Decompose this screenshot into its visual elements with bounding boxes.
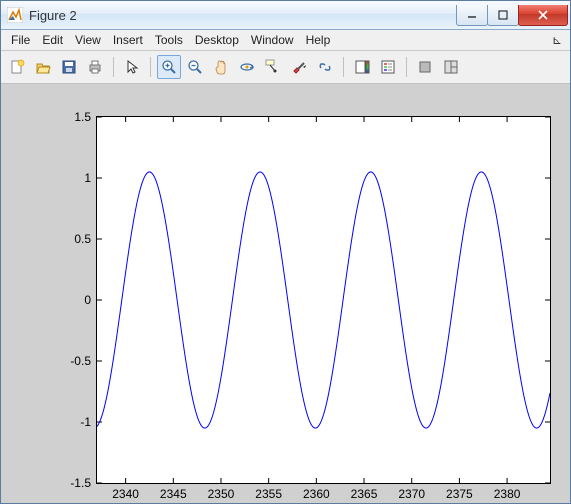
open-button[interactable] — [31, 55, 55, 79]
new-figure-icon — [9, 59, 25, 75]
toolbar — [1, 51, 570, 84]
titlebar: Figure 2 — [1, 1, 570, 30]
line-plot — [97, 117, 550, 483]
x-tick-label: 2355 — [255, 487, 282, 501]
y-tick-label: -1.5 — [70, 476, 91, 490]
colorbar-icon — [354, 59, 370, 75]
hide-plot-tools-icon — [417, 59, 433, 75]
pointer-icon — [124, 59, 140, 75]
minimize-button[interactable] — [456, 5, 488, 26]
save-icon — [61, 59, 77, 75]
print-icon — [87, 59, 103, 75]
axes[interactable]: 234023452350235523602365237023752380-1.5… — [96, 116, 551, 484]
x-tick-label: 2375 — [446, 487, 473, 501]
y-tick-label: 0.5 — [74, 232, 91, 246]
matlab-app-icon — [7, 7, 23, 23]
rotate-3d-icon — [239, 59, 255, 75]
menu-tools[interactable]: Tools — [149, 32, 189, 48]
x-tick-label: 2340 — [112, 487, 139, 501]
hide-plot-tools-button[interactable] — [413, 55, 437, 79]
x-tick-label: 2350 — [208, 487, 235, 501]
save-button[interactable] — [57, 55, 81, 79]
toolbar-separator — [343, 57, 344, 77]
data-cursor-icon — [265, 59, 281, 75]
menu-insert[interactable]: Insert — [107, 32, 149, 48]
data-cursor-button[interactable] — [261, 55, 285, 79]
y-tick-label: -0.5 — [70, 354, 91, 368]
zoom-out-button[interactable] — [183, 55, 207, 79]
open-icon — [35, 59, 51, 75]
zoom-out-icon — [187, 59, 203, 75]
pointer-button[interactable] — [120, 55, 144, 79]
figure-client-area: 2340 2345 2350 2355 2360 2365 2370 2375 2380 -1.5… — [1, 84, 570, 503]
print-button[interactable] — [83, 55, 107, 79]
legend-icon — [380, 59, 396, 75]
show-plot-tools-icon — [443, 59, 459, 75]
toolbar-separator — [113, 57, 114, 77]
y-tick-label: -1 — [80, 415, 91, 429]
window-title: Figure 2 — [29, 8, 77, 23]
menu-edit[interactable]: Edit — [36, 32, 69, 48]
link-icon — [317, 59, 333, 75]
menu-desktop[interactable]: Desktop — [189, 32, 245, 48]
y-tick-label: 0 — [84, 293, 91, 307]
brush-icon — [291, 59, 307, 75]
new-figure-button[interactable] — [5, 55, 29, 79]
x-tick-label: 2365 — [351, 487, 378, 501]
menu-file[interactable]: File — [5, 32, 36, 48]
show-plot-tools-button[interactable] — [439, 55, 463, 79]
x-tick-label: 2380 — [494, 487, 521, 501]
y-tick-label: 1 — [84, 171, 91, 185]
pan-button[interactable] — [209, 55, 233, 79]
zoom-in-icon — [161, 59, 177, 75]
dock-toggle-icon[interactable]: ⊾ — [552, 33, 566, 47]
toolbar-separator — [406, 57, 407, 77]
menu-view[interactable]: View — [69, 32, 107, 48]
insert-legend-button[interactable] — [376, 55, 400, 79]
x-tick-label: 2360 — [303, 487, 330, 501]
zoom-in-button[interactable] — [157, 55, 181, 79]
close-button[interactable] — [518, 5, 568, 26]
maximize-button[interactable] — [487, 5, 519, 26]
window-controls — [457, 5, 568, 26]
pan-icon — [213, 59, 229, 75]
toolbar-separator — [150, 57, 151, 77]
rotate-3d-button[interactable] — [235, 55, 259, 79]
link-button[interactable] — [313, 55, 337, 79]
x-tick-label: 2370 — [398, 487, 425, 501]
brush-button[interactable] — [287, 55, 311, 79]
x-tick-label: 2345 — [160, 487, 187, 501]
menu-help[interactable]: Help — [300, 32, 337, 48]
insert-colorbar-button[interactable] — [350, 55, 374, 79]
y-tick-label: 1.5 — [74, 110, 91, 124]
figure-window: Figure 2 File Edit View Insert Tools Des… — [0, 0, 571, 504]
menubar: File Edit View Insert Tools Desktop Wind… — [1, 30, 570, 51]
menu-window[interactable]: Window — [245, 32, 300, 48]
